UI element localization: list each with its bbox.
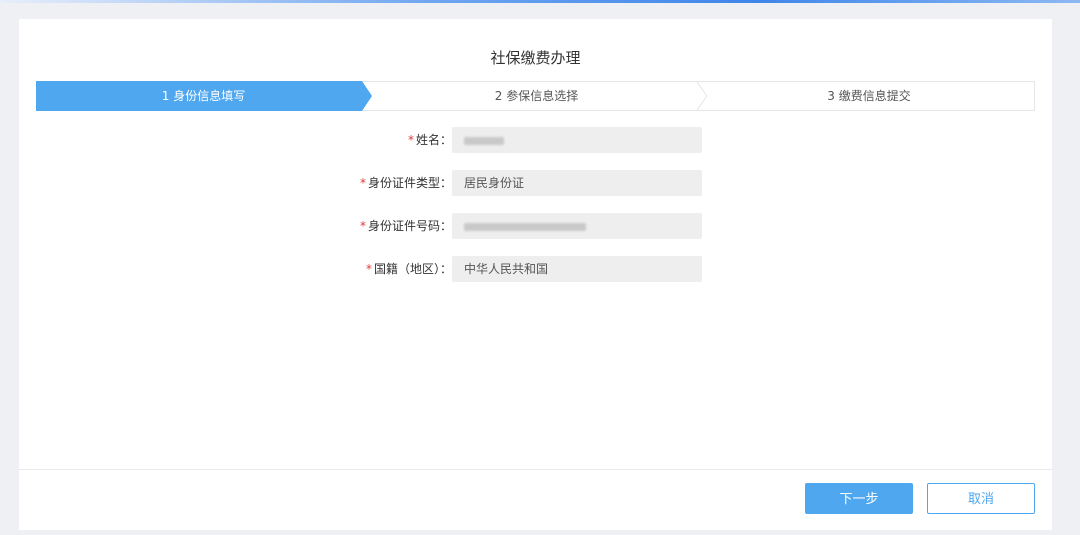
step-identity-info: 1 身份信息填写	[161, 89, 246, 103]
redacted-name	[464, 136, 504, 145]
id-type-label: * 身份证件类型：	[359, 176, 452, 190]
name-field[interactable]	[452, 127, 702, 153]
page-title: 社保缴费办理	[490, 49, 581, 67]
required-marker: *	[407, 133, 414, 147]
step-progress-bar: 1 身份信息填写 2 参保信息选择 3 缴费信息提交	[36, 81, 1035, 111]
step-insurance-selection: 2 参保信息选择	[494, 89, 579, 103]
id-number-label: * 身份证件号码：	[359, 219, 452, 233]
form-row-id-type: * 身份证件类型： 居民身份证	[19, 170, 1052, 196]
nationality-field[interactable]: 中华人民共和国	[452, 256, 702, 282]
main-card: 社保缴费办理 1 身份信息填写 2 参保信息选择 3 缴费信息提交 * 姓名： *…	[19, 19, 1052, 530]
form-row-name: * 姓名：	[19, 127, 1052, 153]
redacted-id-number	[464, 222, 586, 231]
name-label: * 姓名：	[407, 133, 452, 147]
required-marker: *	[359, 219, 366, 233]
top-accent-bar	[0, 0, 1080, 3]
footer-divider	[19, 469, 1052, 470]
id-number-field[interactable]	[452, 213, 702, 239]
required-marker: *	[365, 262, 372, 276]
form-row-nationality: * 国籍（地区）： 中华人民共和国	[19, 256, 1052, 282]
id-type-field[interactable]: 居民身份证	[452, 170, 702, 196]
cancel-button[interactable]: 取消	[927, 483, 1035, 514]
form-row-id-number: * 身份证件号码：	[19, 213, 1052, 239]
step-payment-submit: 3 缴费信息提交	[827, 89, 911, 103]
next-step-button[interactable]: 下一步	[805, 483, 913, 514]
nationality-label: * 国籍（地区）：	[365, 262, 452, 276]
required-marker: *	[359, 176, 366, 190]
